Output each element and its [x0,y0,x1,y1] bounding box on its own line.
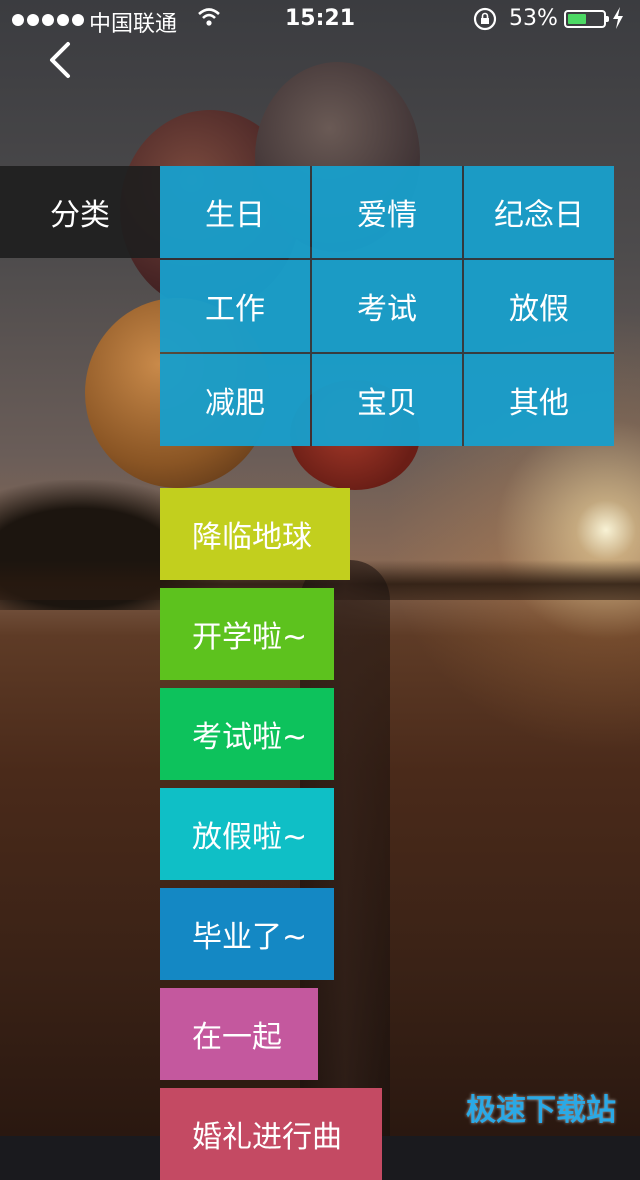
category-diet[interactable]: 减肥 [160,354,310,446]
category-grid: 生日 爱情 纪念日 工作 考试 放假 减肥 宝贝 其他 [160,166,614,446]
template-item[interactable]: 开学啦~ [160,588,334,680]
category-birthday[interactable]: 生日 [160,166,310,258]
category-holiday[interactable]: 放假 [464,260,614,352]
category-anniversary[interactable]: 纪念日 [464,166,614,258]
category-label: 分类 [0,166,160,258]
template-item[interactable]: 放假啦~ [160,788,334,880]
category-exam[interactable]: 考试 [312,260,462,352]
category-other[interactable]: 其他 [464,354,614,446]
battery-icon [564,10,609,28]
category-baby[interactable]: 宝贝 [312,354,462,446]
template-item[interactable]: 考试啦~ [160,688,334,780]
chevron-left-icon [50,42,70,78]
status-bar: 中国联通 15:21 53% [0,0,640,40]
template-item[interactable]: 在一起 [160,988,318,1080]
battery-percent: 53% [509,6,558,31]
template-item[interactable]: 婚礼进行曲 [160,1088,382,1180]
rotation-lock-icon [472,6,498,37]
template-item[interactable]: 毕业了~ [160,888,334,980]
back-button[interactable] [40,38,84,82]
watermark: 极速下载站 [466,1093,616,1128]
template-item[interactable]: 降临地球 [160,488,350,580]
category-love[interactable]: 爱情 [312,166,462,258]
category-work[interactable]: 工作 [160,260,310,352]
charging-icon [612,7,624,34]
